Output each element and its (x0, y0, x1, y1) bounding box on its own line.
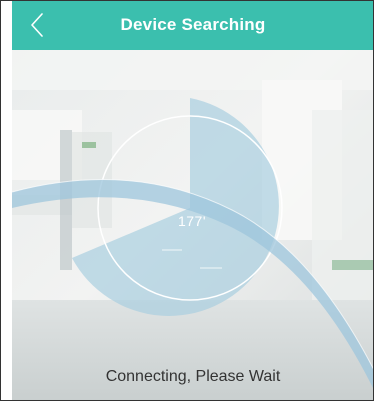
left-margin (0, 0, 12, 401)
device-search-screen: Device Searching 177' Connecting, Please… (0, 0, 374, 401)
angle-readout: 177' (177, 213, 207, 229)
search-area: 177' Connecting, Please Wait (12, 50, 374, 401)
page-title: Device Searching (120, 15, 266, 34)
top-nav-bar: Device Searching (12, 0, 374, 50)
status-message: Connecting, Please Wait (105, 368, 281, 385)
